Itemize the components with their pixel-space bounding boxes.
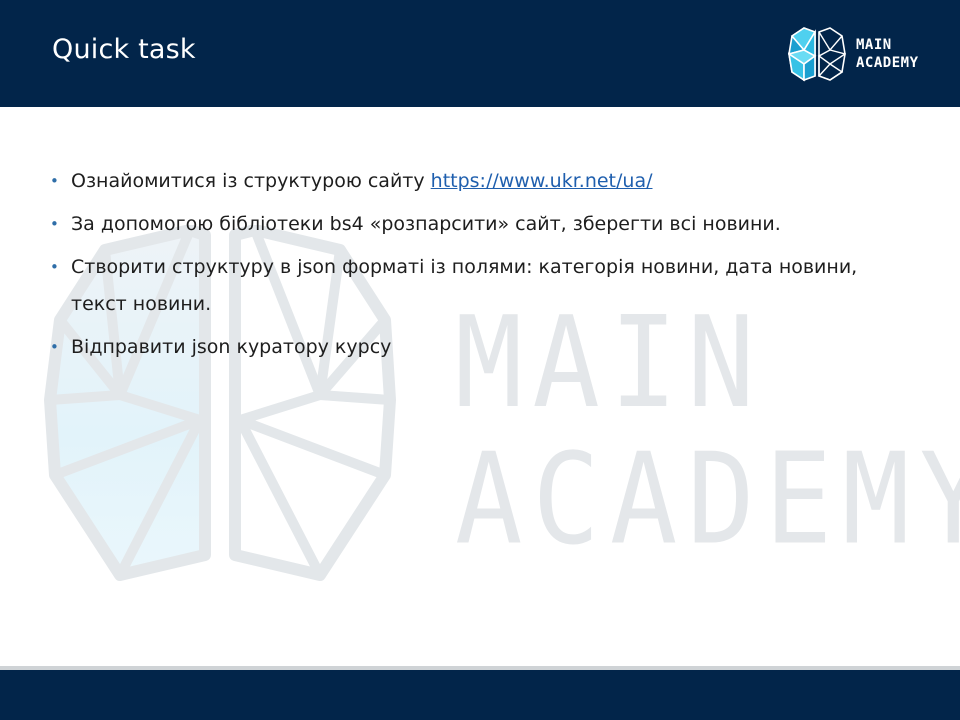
task-item-text: За допомогою бібліотеки bs4 «розпарсити»… <box>71 213 781 235</box>
logo-line-main: MAIN <box>856 37 892 53</box>
task-item-text: Відправити json куратору курсу <box>71 336 392 358</box>
task-item-3: • Створити структуру в json форматі із п… <box>50 249 910 323</box>
bullet-dot-icon: • <box>50 258 59 276</box>
brain-logo-icon <box>788 27 846 82</box>
slide-title: Quick task <box>52 34 196 65</box>
bullet-dot-icon: • <box>50 338 59 356</box>
ukr-net-link[interactable]: https://www.ukr.net/ua/ <box>431 170 653 192</box>
task-item-2: • За допомогою бібліотеки bs4 «розпарсит… <box>50 206 910 243</box>
logo-line-academy: ACADEMY <box>856 55 919 71</box>
task-item-text: Створити структуру в json форматі із пол… <box>71 256 858 315</box>
bullet-dot-icon: • <box>50 172 59 190</box>
task-item-text: Ознайомитися із структурою сайту <box>71 170 431 192</box>
slide-footer <box>0 670 960 720</box>
main-academy-logo: MAIN ACADEMY <box>788 26 938 82</box>
task-item-1: • Ознайомитися із структурою сайту https… <box>50 163 910 200</box>
logo-wordmark: MAIN ACADEMY <box>856 36 919 72</box>
task-item-4: • Відправити json куратору курсу <box>50 329 910 366</box>
watermark-line-academy: ACADEMY <box>455 427 960 573</box>
bullet-dot-icon: • <box>50 215 59 233</box>
slide-body: • Ознайомитися із структурою сайту https… <box>50 163 910 372</box>
task-list: • Ознайомитися із структурою сайту https… <box>50 163 910 366</box>
slide-header: Quick task MAIN ACADEMY <box>0 0 960 107</box>
slide: Quick task MAIN ACADEMY MAIN ACADEMY • О… <box>0 0 960 720</box>
